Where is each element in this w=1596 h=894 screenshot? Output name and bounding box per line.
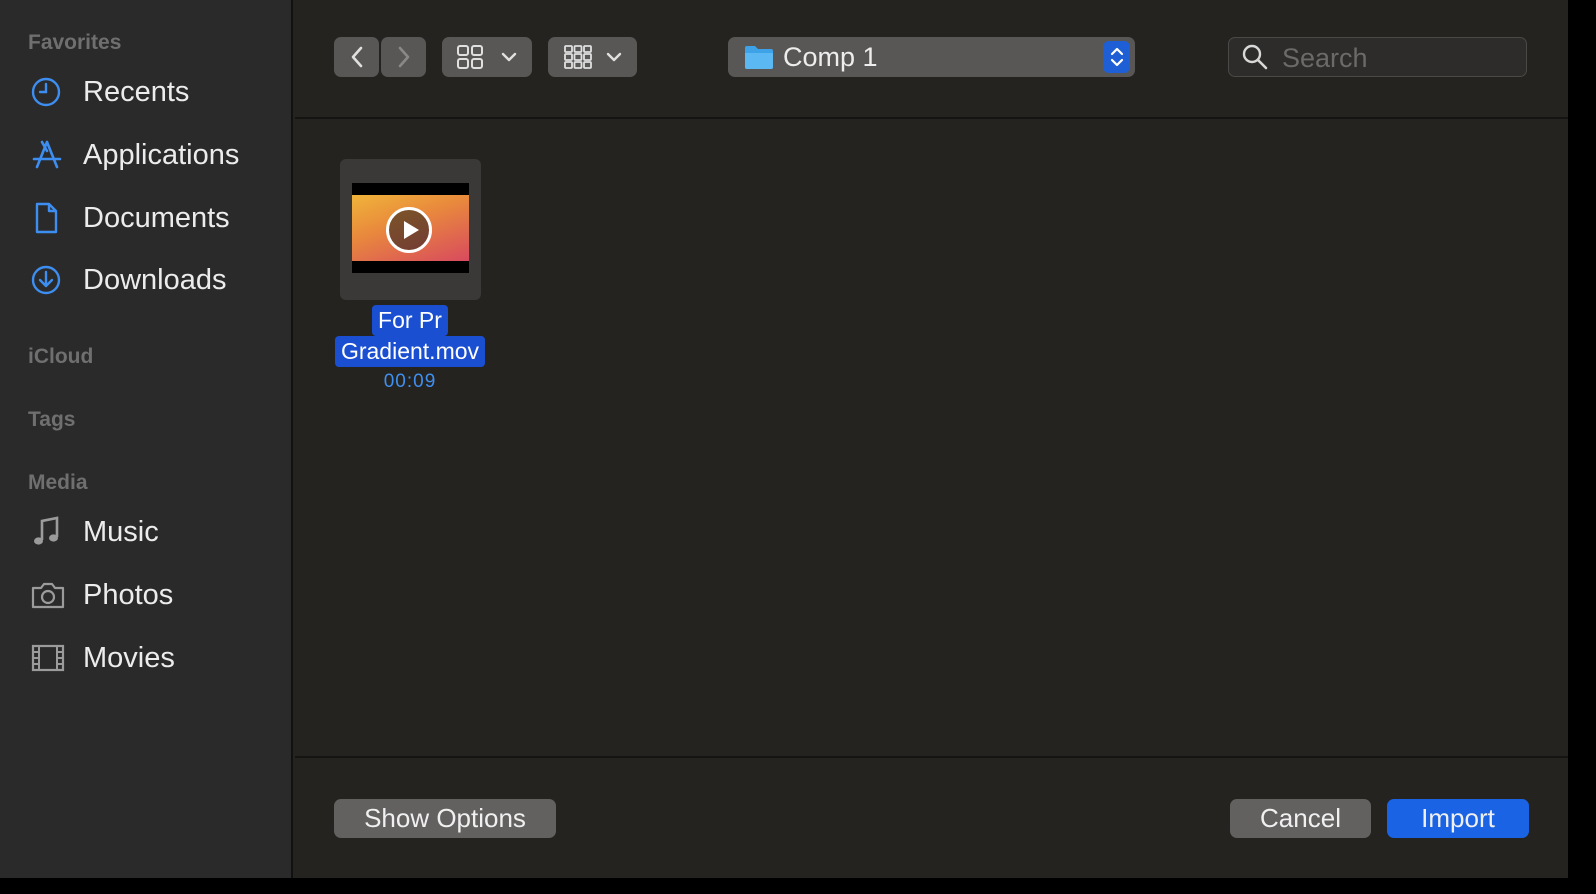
chevron-down-icon (501, 52, 517, 62)
location-stepper[interactable] (1103, 41, 1130, 73)
file-duration: 00:09 (383, 371, 437, 392)
toolbar: Comp 1 Search (295, 0, 1568, 119)
sidebar-item-documents[interactable]: Documents (30, 196, 280, 240)
chevron-left-icon (351, 46, 362, 68)
icon-grid-icon (457, 45, 483, 69)
sidebar-item-label: Photos (83, 578, 174, 611)
file-name-line1: For Pr (372, 305, 448, 336)
sidebar-section-icloud[interactable]: iCloud (28, 345, 93, 369)
forward-button[interactable] (381, 37, 426, 77)
film-icon (30, 640, 70, 676)
file-import-dialog: Favorites Recents Applications Documents… (0, 0, 1568, 878)
sidebar-section-tags[interactable]: Tags (28, 408, 75, 432)
clock-icon (30, 74, 70, 110)
footer: Show Options Cancel Import (295, 756, 1568, 878)
file-name: For Pr Gradient.mov (328, 305, 492, 367)
sidebar-item-label: Recents (83, 75, 190, 108)
chevron-down-icon (606, 52, 621, 62)
sidebar-item-label: Downloads (83, 263, 227, 296)
document-icon (30, 200, 70, 236)
sidebar-section-favorites: Favorites (28, 31, 122, 54)
search-field[interactable]: Search (1228, 37, 1527, 77)
view-mode-button[interactable] (442, 37, 532, 77)
file-thumbnail (340, 159, 481, 300)
sidebar-item-music[interactable]: Music (30, 510, 280, 554)
sidebar-item-recents[interactable]: Recents (30, 70, 280, 114)
folder-icon (745, 46, 773, 69)
main-panel: Comp 1 Search For Pr Gradient.mov 00:09 … (295, 0, 1568, 878)
back-button[interactable] (334, 37, 379, 77)
sidebar-item-label: Music (83, 515, 159, 548)
up-down-arrows-icon (1110, 47, 1123, 67)
group-grid-icon (563, 45, 592, 69)
search-icon (1242, 44, 1268, 70)
location-popup[interactable]: Comp 1 (728, 37, 1135, 77)
sidebar-item-photos[interactable]: Photos (30, 573, 280, 617)
sidebar-item-downloads[interactable]: Downloads (30, 258, 280, 302)
cancel-button[interactable]: Cancel (1230, 799, 1371, 838)
show-options-button[interactable]: Show Options (334, 799, 556, 838)
play-icon (386, 207, 432, 253)
sidebar-item-applications[interactable]: Applications (30, 133, 280, 177)
download-icon (30, 262, 70, 298)
camera-icon (30, 577, 70, 613)
sidebar-item-movies[interactable]: Movies (30, 636, 280, 680)
chevron-right-icon (398, 46, 409, 68)
sidebar: Favorites Recents Applications Documents… (0, 0, 293, 878)
file-name-line2: Gradient.mov (334, 336, 486, 367)
location-label: Comp 1 (783, 42, 878, 72)
import-button[interactable]: Import (1387, 799, 1529, 838)
sidebar-item-label: Applications (83, 138, 240, 171)
applications-icon (30, 137, 70, 173)
sidebar-item-label: Documents (83, 201, 230, 234)
music-note-icon (30, 514, 70, 550)
search-placeholder: Search (1282, 43, 1368, 73)
group-by-button[interactable] (548, 37, 637, 77)
video-preview (352, 183, 469, 273)
sidebar-section-media: Media (28, 471, 88, 494)
sidebar-item-label: Movies (83, 641, 175, 674)
